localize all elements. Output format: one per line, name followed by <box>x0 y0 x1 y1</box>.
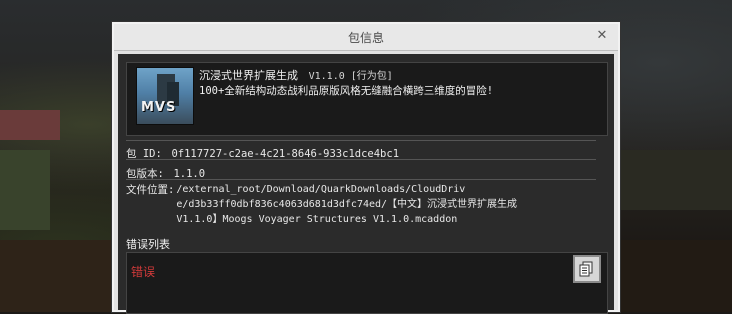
background-terrain <box>0 240 112 312</box>
pack-version-row: 包版本: 1.1.0 <box>126 162 596 181</box>
file-location-label: 文件位置: <box>126 184 175 196</box>
file-location-line: /external_root/Download/QuarkDownloads/C… <box>176 184 466 195</box>
background-terrain <box>0 110 60 140</box>
pack-info-dialog: 包信息 ✕ MVS 沉浸式世界扩展生成 V1.1.0 [行为包] 100+全新结… <box>112 22 620 314</box>
file-location-value: /external_root/Download/QuarkDownloads/C… <box>176 182 517 227</box>
file-location-block: 文件位置: /external_root/Download/QuarkDownl… <box>126 182 596 227</box>
copy-button[interactable] <box>573 255 601 283</box>
dialog-title: 包信息 <box>347 30 384 45</box>
pack-header-panel: MVS 沉浸式世界扩展生成 V1.1.0 [行为包] 100+全新结构动态战利品… <box>126 62 608 136</box>
dialog-title-bar: 包信息 ✕ <box>114 24 618 51</box>
background-terrain <box>0 150 50 230</box>
pack-icon: MVS <box>136 67 194 125</box>
dialog-content: MVS 沉浸式世界扩展生成 V1.1.0 [行为包] 100+全新结构动态战利品… <box>118 54 614 314</box>
pack-version-tag: V1.1.0 [行为包] <box>308 71 393 82</box>
pack-title: 沉浸式世界扩展生成 <box>199 69 298 82</box>
divider <box>126 159 596 160</box>
error-list-title: 错误列表 <box>126 238 170 251</box>
pack-id-row: 包 ID: 0f117727-c2ae-4c21-8646-933c1dce4b… <box>126 140 596 161</box>
background-terrain <box>620 240 732 312</box>
pack-icon-logo: MVS <box>141 100 177 115</box>
divider <box>126 179 596 180</box>
background-terrain <box>620 150 732 210</box>
close-button[interactable]: ✕ <box>594 28 610 44</box>
error-list-panel: 错误 <box>126 252 608 314</box>
error-label: 错误 <box>131 265 156 279</box>
copy-icon <box>579 261 593 277</box>
pack-description: 100+全新结构动态战利品原版风格无缝融合横跨三维度的冒险! <box>199 85 494 97</box>
file-location-line: V1.1.0】Moogs Voyager Structures V1.1.0.m… <box>176 214 458 225</box>
file-location-line: e/d3b33ff0dbf836c4063d681d3dfc74ed/【中文】沉… <box>176 199 518 210</box>
pack-name: 沉浸式世界扩展生成 V1.1.0 [行为包] <box>199 67 393 83</box>
divider <box>126 140 596 141</box>
file-location-row: 文件位置: /external_root/Download/QuarkDownl… <box>126 182 596 227</box>
